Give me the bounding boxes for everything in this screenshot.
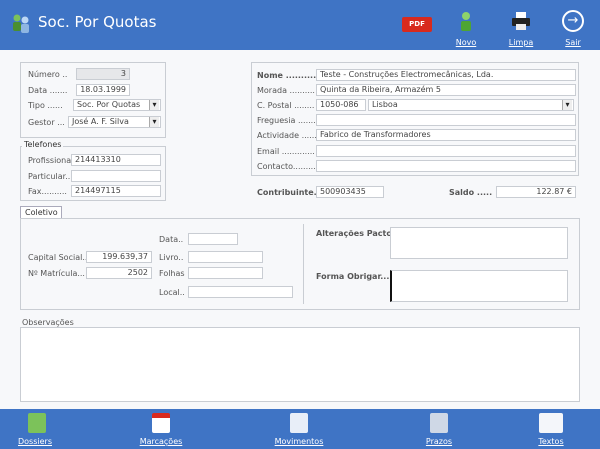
livro-field[interactable]: [188, 251, 263, 263]
saldo-label: Saldo .....: [449, 188, 493, 197]
cpostal-label: C. Postal ........: [257, 101, 315, 110]
marcacoes-button[interactable]: Marcações: [126, 413, 196, 447]
capital-label: Capital Social..: [28, 253, 88, 262]
app-header: Soc. Por Quotas PDF Novo Limpa → Sair: [0, 0, 600, 50]
telefones-title: Telefones: [22, 140, 64, 149]
limpa-button[interactable]: Limpa: [503, 8, 539, 48]
tipo-select[interactable]: Soc. Por Quotas: [73, 99, 161, 111]
coletivo-data-field[interactable]: [188, 233, 238, 245]
sair-button[interactable]: → Sair: [555, 8, 591, 48]
morada-label: Morada ..........: [257, 86, 315, 95]
data-label: Data .......: [28, 86, 68, 95]
vertical-divider: [303, 224, 304, 304]
email-field[interactable]: [316, 145, 576, 157]
gestor-select[interactable]: José A. F. Silva: [68, 116, 161, 128]
numero-field[interactable]: 3: [76, 68, 130, 80]
actividade-label: Actividade .......: [257, 131, 320, 140]
limpa-label: Limpa: [508, 38, 534, 47]
movimentos-button[interactable]: Movimentos: [264, 413, 334, 447]
local-label: Local..: [159, 288, 185, 297]
nome-field[interactable]: Teste - Construções Electromecânicas, Ld…: [316, 69, 576, 81]
users-icon: [13, 14, 29, 33]
coletivo-data-label: Data..: [159, 235, 184, 244]
numero-label: Número ..: [28, 70, 68, 79]
novo-label: Novo: [455, 38, 477, 47]
freguesia-label: Freguesia ........: [257, 116, 319, 125]
cpostal-field[interactable]: 1050-086: [316, 99, 366, 111]
textos-label: Textos: [538, 437, 564, 446]
observacoes-label: Observações: [22, 318, 74, 327]
localidade-select[interactable]: Lisboa: [368, 99, 574, 111]
email-label: Email .............: [257, 147, 315, 156]
tipo-label: Tipo ......: [28, 101, 63, 110]
new-user-icon: [461, 12, 471, 31]
data-field[interactable]: 18.03.1999: [76, 84, 130, 96]
particular-field[interactable]: [71, 170, 161, 182]
contribuinte-field[interactable]: 500903435: [316, 186, 384, 198]
dossiers-button[interactable]: Dossiers: [0, 413, 70, 447]
alteracoes-label: Alterações Pacto: [316, 229, 392, 238]
printer-icon: [512, 12, 530, 30]
morada-field[interactable]: Quinta da Ribeira, Armazém 5: [316, 84, 576, 96]
forma-textarea[interactable]: [390, 270, 568, 302]
contacto-label: Contacto...........: [257, 162, 321, 171]
actividade-field[interactable]: Fabrico de Transformadores: [316, 129, 576, 141]
dossiers-label: Dossiers: [18, 437, 52, 446]
prazos-button[interactable]: Prazos: [404, 413, 474, 447]
calculator-icon: [430, 413, 448, 433]
local-field[interactable]: [188, 286, 293, 298]
capital-field[interactable]: 199.639,37: [86, 251, 152, 263]
contribuinte-label: Contribuinte.: [257, 188, 317, 197]
matricula-label: Nº Matrícula...: [28, 269, 85, 278]
folhas-label: Folhas: [159, 269, 185, 278]
app-footer: Dossiers Marcações Movimentos Prazos Tex…: [0, 409, 600, 449]
documents-icon: [290, 413, 308, 433]
observacoes-textarea[interactable]: [20, 327, 580, 402]
fax-label: Fax..........: [28, 187, 67, 196]
calendar-icon: [152, 413, 170, 433]
movimentos-label: Movimentos: [274, 437, 324, 446]
prazos-label: Prazos: [425, 437, 453, 446]
profissional-label: Profissional.: [28, 156, 76, 165]
pdf-button[interactable]: PDF: [402, 17, 432, 32]
fax-field[interactable]: 214497115: [71, 185, 161, 197]
gestor-label: Gestor ...: [28, 118, 65, 127]
contacto-field[interactable]: [316, 160, 576, 172]
alteracoes-textarea[interactable]: [390, 227, 568, 259]
text-document-icon: [539, 413, 563, 433]
matricula-field[interactable]: 2502: [86, 267, 152, 279]
forma-label: Forma Obrigar....: [316, 272, 393, 281]
textos-button[interactable]: Textos: [516, 413, 586, 447]
nome-label: Nome ...........: [257, 71, 320, 80]
sair-label: Sair: [565, 38, 581, 47]
marcacoes-label: Marcações: [139, 437, 183, 446]
profissional-field[interactable]: 214413310: [71, 154, 161, 166]
dossiers-icon: [28, 413, 46, 433]
novo-button[interactable]: Novo: [448, 8, 484, 48]
folhas-field[interactable]: [188, 267, 263, 279]
exit-arrow-icon: →: [562, 10, 584, 32]
livro-label: Livro..: [159, 253, 184, 262]
page-title: Soc. Por Quotas: [38, 13, 157, 31]
particular-label: Particular..: [28, 172, 71, 181]
freguesia-field[interactable]: [316, 114, 576, 126]
saldo-field[interactable]: 122.87 €: [496, 186, 576, 198]
